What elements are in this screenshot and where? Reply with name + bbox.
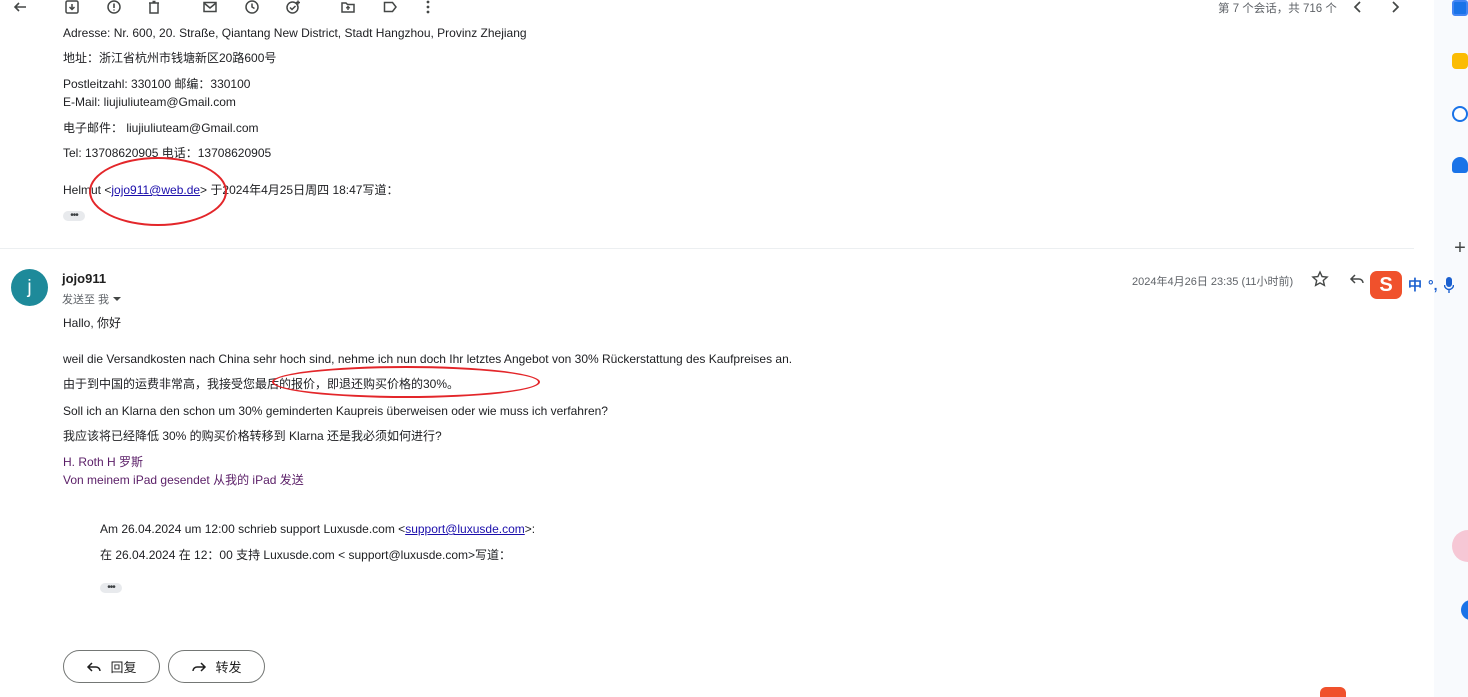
- greeting: Hallo, 你好: [63, 316, 122, 330]
- conversation-toolbar: 第 7 个会话，共 716 个: [0, 0, 1434, 16]
- archive-icon[interactable]: [62, 0, 82, 17]
- sender-name[interactable]: jojo911: [62, 271, 106, 286]
- recipient-label: 发送至 我: [62, 294, 110, 306]
- avatar[interactable]: j: [11, 269, 48, 306]
- sogou-ime-partial-icon: [1320, 687, 1346, 697]
- mark-unread-icon[interactable]: [200, 0, 220, 17]
- postcode: Postleitzahl: 330100 邮编：330100: [63, 77, 251, 91]
- report-spam-icon[interactable]: [104, 0, 124, 17]
- annotation-oval-offer: [272, 366, 540, 398]
- quote-de-suffix: >:: [524, 522, 536, 536]
- email-de: E-Mail: liujiuliuteam@Gmail.com: [63, 95, 236, 109]
- address-de: Adresse: Nr. 600, 20. Straße, Qiantang N…: [63, 26, 527, 40]
- body-line-1: weil die Versandkosten nach China sehr h…: [63, 352, 793, 366]
- signature-device: Von meinem iPad gesendet 从我的 iPad 发送: [63, 473, 304, 487]
- message-divider: [0, 248, 1414, 249]
- keep-icon[interactable]: [1452, 53, 1468, 69]
- show-trimmed-content-button[interactable]: •••: [63, 211, 85, 221]
- reply-button[interactable]: 回复: [63, 650, 160, 683]
- label-icon[interactable]: [380, 0, 400, 17]
- quote-zh-header: 在 26.04.2024 在 12：00 支持 Luxusde.com < su…: [100, 548, 512, 562]
- recipient-details[interactable]: 发送至 我: [62, 291, 122, 307]
- forward-button-label: 转发: [215, 660, 242, 675]
- quote-header-suffix: > 于2024年4月25日周四 18:47写道：: [200, 183, 399, 197]
- quote-de-header: Am 26.04.2024 um 12:00 schrieb support L…: [100, 522, 535, 536]
- older-conversation-icon[interactable]: [1385, 0, 1405, 17]
- message-date: 2024年4月26日 23:35 (11小时前): [1132, 276, 1294, 288]
- forward-button[interactable]: 转发: [168, 650, 265, 683]
- signature-name: H. Roth H 罗斯: [63, 455, 144, 469]
- newer-conversation-icon[interactable]: [1348, 0, 1368, 17]
- reply-button-label: 回复: [110, 660, 137, 675]
- support-email-link[interactable]: support@luxusde.com: [405, 522, 525, 536]
- snooze-icon[interactable]: [242, 0, 262, 17]
- address-zh: 地址：浙江省杭州市钱塘新区20路600号: [63, 51, 277, 65]
- email-zh: 电子邮件： liujiuliuteam@Gmail.com: [63, 121, 259, 135]
- sogou-ime-logo-icon[interactable]: S: [1370, 271, 1402, 299]
- conversation-pager-text: 第 7 个会话，共 716 个: [1218, 3, 1337, 15]
- show-quoted-text-button[interactable]: •••: [100, 583, 122, 593]
- annotation-oval-email: [89, 157, 227, 226]
- reply-arrow-icon: [87, 661, 102, 672]
- side-panel: [1434, 0, 1468, 697]
- chevron-down-icon[interactable]: [113, 297, 122, 301]
- back-arrow-icon[interactable]: [10, 0, 30, 17]
- microphone-icon[interactable]: [1443, 277, 1454, 293]
- ime-toolbar[interactable]: S 中 °,: [1370, 271, 1468, 299]
- move-to-icon[interactable]: [338, 0, 358, 17]
- gmail-conversation-view: 第 7 个会话，共 716 个 Adresse: Nr. 600, 20. St…: [0, 0, 1468, 697]
- delete-icon[interactable]: [144, 0, 164, 17]
- ime-mode-toggle[interactable]: 中: [1408, 275, 1422, 295]
- forward-arrow-icon: [192, 661, 207, 672]
- star-icon[interactable]: [1311, 270, 1329, 288]
- more-icon[interactable]: [418, 0, 438, 17]
- add-task-icon[interactable]: [283, 0, 303, 17]
- contacts-icon[interactable]: [1452, 157, 1468, 173]
- ime-punctuation-toggle[interactable]: °,: [1428, 277, 1438, 293]
- reply-icon[interactable]: [1348, 270, 1366, 288]
- calendar-icon[interactable]: [1452, 0, 1468, 16]
- quote-de-prefix: Am 26.04.2024 um 12:00 schrieb support L…: [100, 522, 406, 536]
- tasks-icon[interactable]: [1452, 106, 1468, 122]
- add-icon[interactable]: +: [1452, 238, 1468, 258]
- body-line-4: 我应该将已经降低 30% 的购买价格转移到 Klarna 还是我必须如何进行?: [63, 429, 442, 443]
- body-line-3: Soll ich an Klarna den schon um 30% gemi…: [63, 404, 608, 418]
